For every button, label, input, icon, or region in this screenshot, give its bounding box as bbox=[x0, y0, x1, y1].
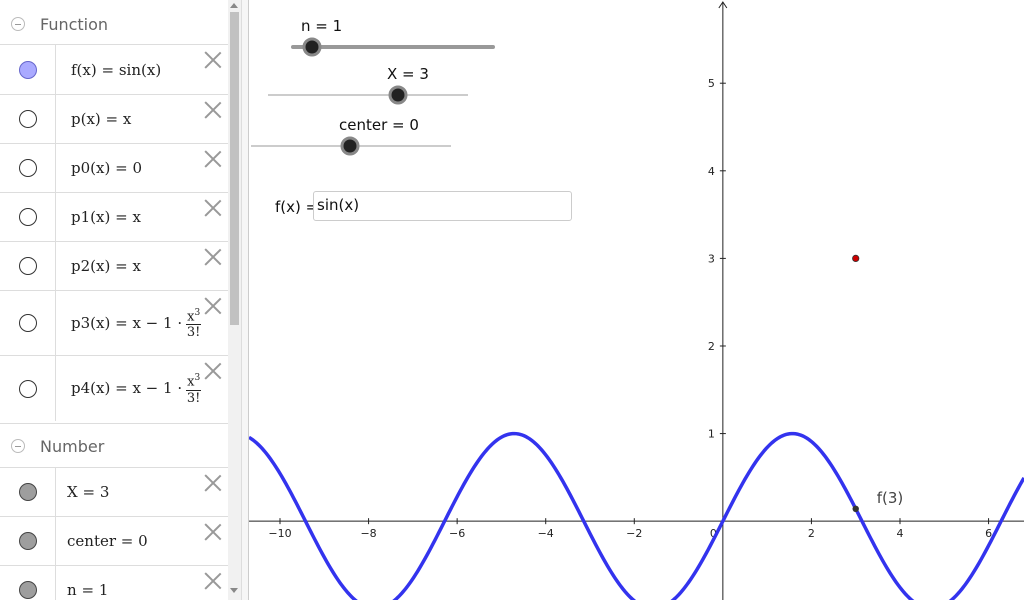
slider-n[interactable] bbox=[291, 37, 495, 57]
slider-center-handle[interactable] bbox=[340, 136, 360, 156]
expression-p3[interactable]: p3(x) = x − 1 · x3 3! bbox=[71, 306, 202, 340]
collapse-icon[interactable] bbox=[11, 439, 25, 453]
y-tick-label: 3 bbox=[708, 252, 715, 265]
y-tick-label: 1 bbox=[708, 428, 715, 441]
expression-p0[interactable]: p0(x) = 0 bbox=[71, 159, 142, 177]
delete-icon[interactable] bbox=[204, 101, 222, 119]
scroll-thumb[interactable] bbox=[230, 12, 239, 325]
x-tick-label: −2 bbox=[626, 527, 642, 540]
delete-icon[interactable] bbox=[204, 474, 222, 492]
panel-divider[interactable] bbox=[241, 0, 249, 600]
x-tick-label: 2 bbox=[808, 527, 815, 540]
slider-n-label: n = 1 bbox=[301, 17, 343, 35]
y-tick-label: 5 bbox=[708, 77, 715, 90]
visibility-toggle-X[interactable] bbox=[18, 483, 37, 501]
delete-icon[interactable] bbox=[204, 248, 222, 266]
graphics-view[interactable]: −10 −8 −6 −4 −2 0 2 4 6 1 2 3 4 5 f(3) n = 1 X = 3 ce… bbox=[249, 0, 1024, 600]
x-tick-label: −4 bbox=[538, 527, 554, 540]
expression-n[interactable]: n = 1 bbox=[67, 581, 108, 599]
algebra-row-p4[interactable]: p4(x) = x − 1 · x3 3! bbox=[0, 355, 228, 421]
slider-center-label: center = 0 bbox=[339, 116, 419, 134]
x-tick-label: 4 bbox=[897, 527, 904, 540]
visibility-toggle-p0[interactable] bbox=[18, 159, 37, 177]
delete-icon[interactable] bbox=[204, 51, 222, 69]
point-f3-label: f(3) bbox=[877, 489, 904, 507]
scroll-up-icon[interactable] bbox=[230, 3, 238, 8]
algebra-scrollbar[interactable] bbox=[228, 0, 241, 600]
algebra-row-f[interactable]: f(x) = sin(x) bbox=[0, 44, 228, 94]
delete-icon[interactable] bbox=[204, 523, 222, 541]
expression-p4[interactable]: p4(x) = x − 1 · x3 3! bbox=[71, 371, 202, 406]
visibility-toggle-center[interactable] bbox=[18, 532, 37, 550]
y-tick-label: 4 bbox=[708, 165, 715, 178]
visibility-toggle-p2[interactable] bbox=[18, 257, 37, 275]
visibility-toggle-p1[interactable] bbox=[18, 208, 37, 226]
collapse-icon[interactable] bbox=[11, 17, 25, 31]
visibility-toggle-f[interactable] bbox=[18, 60, 37, 79]
number-group-header[interactable]: Number bbox=[0, 423, 228, 468]
algebra-row-X[interactable]: X = 3 bbox=[0, 467, 228, 516]
input-box-label: f(x) = bbox=[275, 198, 319, 216]
slider-n-handle[interactable] bbox=[302, 37, 322, 57]
point-X[interactable] bbox=[852, 254, 860, 262]
expression-f[interactable]: f(x) = sin(x) bbox=[71, 61, 161, 79]
delete-icon[interactable] bbox=[204, 362, 222, 380]
visibility-toggle-p4[interactable] bbox=[18, 379, 37, 398]
function-input-box[interactable]: sin(x) bbox=[313, 191, 572, 221]
expression-p[interactable]: p(x) = x bbox=[71, 110, 131, 128]
y-tick-label: 2 bbox=[708, 340, 715, 353]
function-group-header[interactable]: Function bbox=[0, 2, 228, 46]
algebra-row-p2[interactable]: p2(x) = x bbox=[0, 241, 228, 290]
visibility-toggle-p[interactable] bbox=[18, 110, 37, 128]
graph-canvas[interactable]: −10 −8 −6 −4 −2 0 2 4 612345 f(3) bbox=[249, 0, 1024, 600]
visibility-toggle-n[interactable] bbox=[18, 581, 37, 599]
point-f3[interactable] bbox=[852, 505, 859, 513]
delete-icon[interactable] bbox=[204, 297, 222, 315]
x-tick-label: −6 bbox=[449, 527, 465, 540]
function-group-label: Function bbox=[40, 14, 109, 34]
expression-center[interactable]: center = 0 bbox=[67, 532, 148, 550]
slider-X-label: X = 3 bbox=[387, 65, 429, 83]
algebra-row-p1[interactable]: p1(x) = x bbox=[0, 192, 228, 241]
algebra-row-center[interactable]: center = 0 bbox=[0, 516, 228, 565]
x-tick-label: −10 bbox=[268, 527, 291, 540]
algebra-row-p[interactable]: p(x) = x bbox=[0, 94, 228, 143]
function-curve-f[interactable] bbox=[249, 431, 1024, 600]
delete-icon[interactable] bbox=[204, 572, 222, 590]
visibility-toggle-p3[interactable] bbox=[18, 314, 37, 332]
number-group-label: Number bbox=[40, 436, 105, 456]
delete-icon[interactable] bbox=[204, 150, 222, 168]
algebra-row-n[interactable]: n = 1 bbox=[0, 565, 228, 600]
algebra-view: Function f(x) = sin(x) p(x) = x p0(x) = … bbox=[0, 0, 228, 600]
delete-icon[interactable] bbox=[204, 199, 222, 217]
slider-X-handle[interactable] bbox=[388, 85, 408, 105]
x-tick-label: −8 bbox=[360, 527, 376, 540]
slider-center[interactable] bbox=[251, 136, 451, 156]
expression-p2[interactable]: p2(x) = x bbox=[71, 257, 141, 275]
algebra-row-p3[interactable]: p3(x) = x − 1 · x3 3! bbox=[0, 290, 228, 355]
algebra-row-p0[interactable]: p0(x) = 0 bbox=[0, 143, 228, 192]
expression-X[interactable]: X = 3 bbox=[67, 483, 109, 501]
expression-p1[interactable]: p1(x) = x bbox=[71, 208, 141, 226]
scroll-down-icon[interactable] bbox=[230, 588, 238, 593]
slider-X[interactable] bbox=[268, 85, 468, 105]
